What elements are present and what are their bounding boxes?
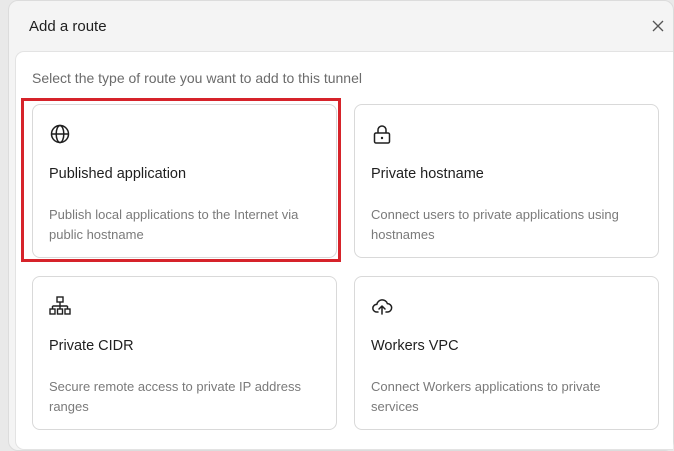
card-description: Connect Workers applications to private … — [371, 379, 601, 414]
card-description: Secure remote access to private IP addre… — [49, 379, 301, 414]
route-card-private-hostname[interactable]: Private hostname Connect users to privat… — [354, 104, 659, 258]
route-card-private-cidr[interactable]: Private CIDR Secure remote access to pri… — [32, 276, 337, 430]
route-card-workers-vpc[interactable]: Workers VPC Connect Workers applications… — [354, 276, 659, 430]
card-description: Connect users to private applications us… — [371, 207, 619, 242]
close-icon — [652, 20, 664, 32]
card-description: Publish local applications to the Intern… — [49, 207, 299, 242]
globe-icon — [49, 123, 71, 145]
modal-body: Select the type of route you want to add… — [15, 51, 673, 450]
card-title: Private hostname — [371, 166, 484, 182]
add-route-modal: Add a route Select the type of route you… — [8, 0, 674, 451]
lock-icon — [371, 123, 393, 145]
cloud-upload-icon — [371, 295, 393, 317]
card-title: Published application — [49, 166, 187, 182]
network-icon — [49, 295, 71, 317]
route-card-published-application[interactable]: Published application Publish local appl… — [32, 104, 337, 258]
modal-header: Add a route — [9, 1, 673, 51]
close-button[interactable] — [649, 17, 667, 35]
card-title: Workers VPC — [371, 338, 459, 354]
modal-title: Add a route — [29, 18, 107, 35]
route-type-prompt: Select the type of route you want to add… — [32, 70, 362, 86]
card-title: Private CIDR — [49, 338, 134, 354]
